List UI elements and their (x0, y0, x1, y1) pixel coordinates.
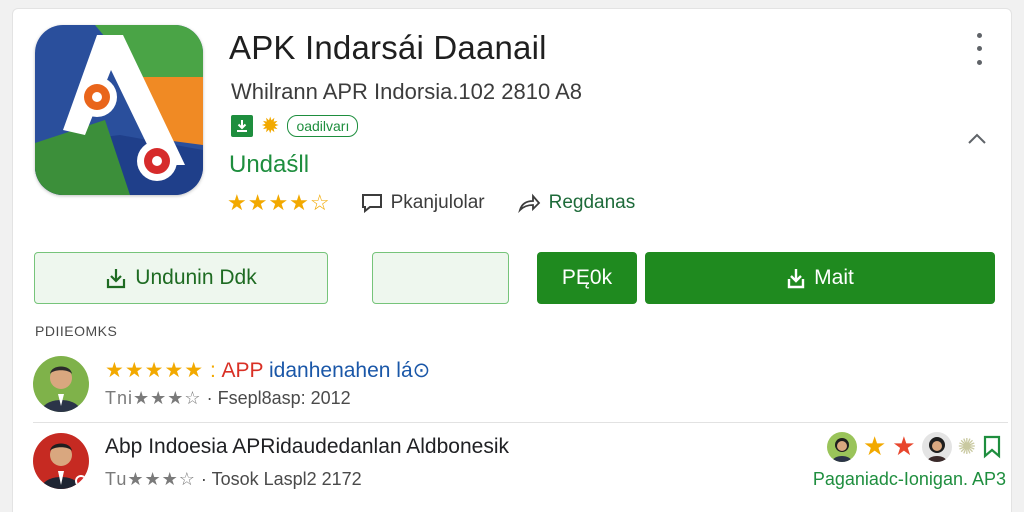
secondary-button[interactable] (372, 252, 509, 304)
review-date: Fsepl8asp: 2012 (217, 388, 351, 408)
reviewer-stars: Tu★★★☆ (105, 469, 196, 489)
install-button-label: Undunin Ddk (135, 266, 257, 289)
comment-icon (361, 194, 382, 213)
reviewer-avatar (33, 433, 89, 489)
review-meta: Tu★★★☆ · Tosok Laspl2 2172 (105, 469, 362, 489)
star-icon: ★ (892, 431, 916, 461)
reaction-avatar (826, 431, 857, 462)
reviewer-stars: Tni★★★☆ (105, 388, 202, 408)
reviews-section-label: PDIIEOMKS (35, 323, 118, 339)
primary-action-button[interactable]: PĘ0k (537, 252, 637, 304)
app-detail-card: APK Indarsái Daanail Whilrann APR Indors… (12, 8, 1012, 512)
badge-row: ✹ oadilvarı (231, 113, 359, 139)
category-pill[interactable]: oadilvarı (287, 115, 359, 137)
reviews-link[interactable]: Pkanjulolar (361, 192, 485, 214)
editors-choice-icon: ✹ (261, 113, 280, 138)
open-icon (787, 269, 805, 289)
bookmark-icon[interactable] (982, 435, 1002, 459)
review-reactions: ★ ★ ✺ (826, 431, 1002, 462)
reviews-label: Pkanjulolar (390, 192, 485, 213)
review-date: Tosok Laspl2 2172 (211, 469, 362, 489)
rating-stars: ★★★★☆ (227, 190, 331, 215)
sparkle-icon: ✺ (957, 433, 976, 459)
app-subtitle: Whilrann APR Indorsia.102 2810 A8 (231, 79, 583, 104)
app-logo-graphic (35, 25, 203, 195)
review-link[interactable]: Paganiadc-Ionigan. AP3 (813, 469, 1006, 490)
primary-action-label: PĘ0k (561, 266, 613, 289)
meta-row: ★★★★☆ Pkanjulolar Regdanas (227, 189, 635, 217)
star-icon: ★ (862, 431, 887, 461)
download-badge-icon (231, 115, 253, 137)
more-options-icon[interactable] (967, 29, 991, 69)
install-button[interactable]: Undunin Ddk (34, 252, 328, 304)
review-headline-text: idanhenahen lá⊙ (269, 359, 431, 382)
review-rating-stars: ★★★★★ (105, 359, 205, 382)
install-status: Undaśll (229, 151, 310, 178)
reviewer-avatar (33, 356, 89, 412)
app-icon[interactable] (35, 25, 203, 195)
chevron-up-icon[interactable] (965, 129, 989, 149)
review-headline: ★★★★★ : APP idanhenahen lá⊙ (105, 359, 431, 382)
review-item[interactable]: Abp Indoesia APRidaudedanlan Aldbonesik … (33, 431, 1008, 501)
app-title: APK Indarsái Daanail (229, 29, 547, 66)
review-divider (33, 422, 1008, 423)
reaction-avatar (921, 431, 952, 462)
open-button[interactable]: Mait (645, 252, 995, 304)
share-icon (517, 193, 540, 213)
install-icon (107, 269, 126, 289)
open-button-label: Mait (814, 266, 854, 289)
review-headline-app: APP (221, 359, 264, 382)
review-meta: Tni★★★☆ · Fsepl8asp: 2012 (105, 388, 351, 408)
review-headline: Abp Indoesia APRidaudedanlan Aldbonesik (105, 435, 509, 458)
share-label: Regdanas (548, 192, 636, 213)
share-link[interactable]: Regdanas (517, 192, 636, 214)
review-item[interactable]: ★★★★★ : APP idanhenahen lá⊙ Tni★★★☆ · Fs… (33, 354, 1008, 418)
